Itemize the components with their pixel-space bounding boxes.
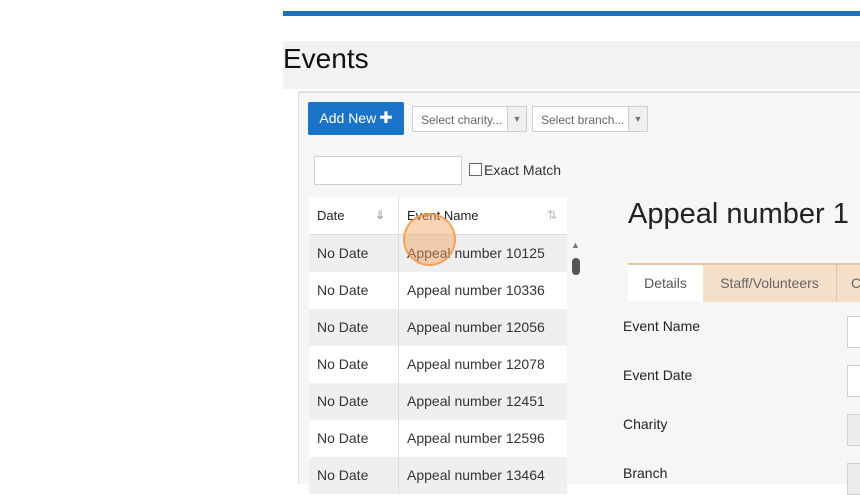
row-date: No Date: [317, 356, 369, 372]
search-input[interactable]: [314, 156, 462, 185]
scroll-up-arrow-icon[interactable]: ▲: [571, 240, 580, 250]
top-accent-bar: [283, 11, 860, 16]
table-row[interactable]: No Date Appeal number 10336: [309, 272, 567, 309]
tab-staff-volunteers[interactable]: Staff/Volunteers: [703, 265, 836, 302]
detail-title: Appeal number 1: [628, 198, 849, 230]
field-label-event-name: Event Name: [623, 318, 701, 334]
add-new-label: Add New: [319, 110, 377, 126]
branch-select[interactable]: Select branch... ▼: [532, 106, 648, 132]
sort-descending-icon[interactable]: ⇓: [375, 197, 385, 234]
table-row[interactable]: No Date Appeal number 12056: [309, 309, 567, 346]
field-label-event-date: Event Date: [623, 367, 693, 383]
tab-more[interactable]: C: [837, 265, 860, 302]
exact-match-checkbox[interactable]: Exact Match: [469, 161, 561, 179]
table-row[interactable]: No Date Appeal number 13464: [309, 457, 567, 494]
plus-icon: ✚: [379, 110, 393, 127]
chevron-down-icon[interactable]: ▼: [628, 107, 647, 131]
table-row[interactable]: No Date Appeal number 12596: [309, 420, 567, 457]
table-row[interactable]: No Date Appeal number 12451: [309, 383, 567, 420]
field-label-charity: Charity: [623, 416, 668, 432]
row-event-name: Appeal number 12451: [407, 393, 545, 409]
exact-match-label: Exact Match: [484, 162, 562, 178]
scrollbar-thumb[interactable]: [572, 258, 580, 275]
row-date: No Date: [317, 430, 369, 446]
field-label-branch: Branch: [623, 465, 668, 481]
charity-field[interactable]: [847, 414, 860, 446]
column-divider: [398, 197, 399, 234]
branch-select-value: Select branch...: [541, 113, 625, 127]
row-date: No Date: [317, 282, 369, 298]
event-date-field[interactable]: [847, 365, 860, 397]
row-date: No Date: [317, 319, 369, 335]
row-date: No Date: [317, 393, 369, 409]
charity-select[interactable]: Select charity... ▼: [412, 106, 527, 132]
row-event-name: Appeal number 12596: [407, 430, 545, 446]
page-title: Events: [283, 43, 369, 74]
checkbox-icon[interactable]: [469, 163, 482, 176]
event-name-field[interactable]: [847, 316, 860, 348]
table-row[interactable]: No Date Appeal number 12078: [309, 346, 567, 383]
add-new-button[interactable]: Add New ✚: [308, 102, 404, 135]
row-date: No Date: [317, 245, 369, 261]
row-event-name: Appeal number 10336: [407, 282, 545, 298]
charity-select-value: Select charity...: [421, 113, 503, 127]
row-event-name: Appeal number 13464: [407, 467, 545, 483]
row-event-name: Appeal number 12056: [407, 319, 545, 335]
row-date: No Date: [317, 467, 369, 483]
column-header-date[interactable]: Date: [317, 197, 344, 234]
page-title-band: [283, 41, 860, 89]
row-event-name: Appeal number 12078: [407, 356, 545, 372]
branch-field[interactable]: [847, 463, 860, 495]
click-indicator: [403, 213, 456, 266]
chevron-down-icon[interactable]: ▼: [507, 107, 526, 131]
tab-details[interactable]: Details: [628, 265, 703, 302]
sort-icon[interactable]: ⇅: [547, 197, 557, 234]
